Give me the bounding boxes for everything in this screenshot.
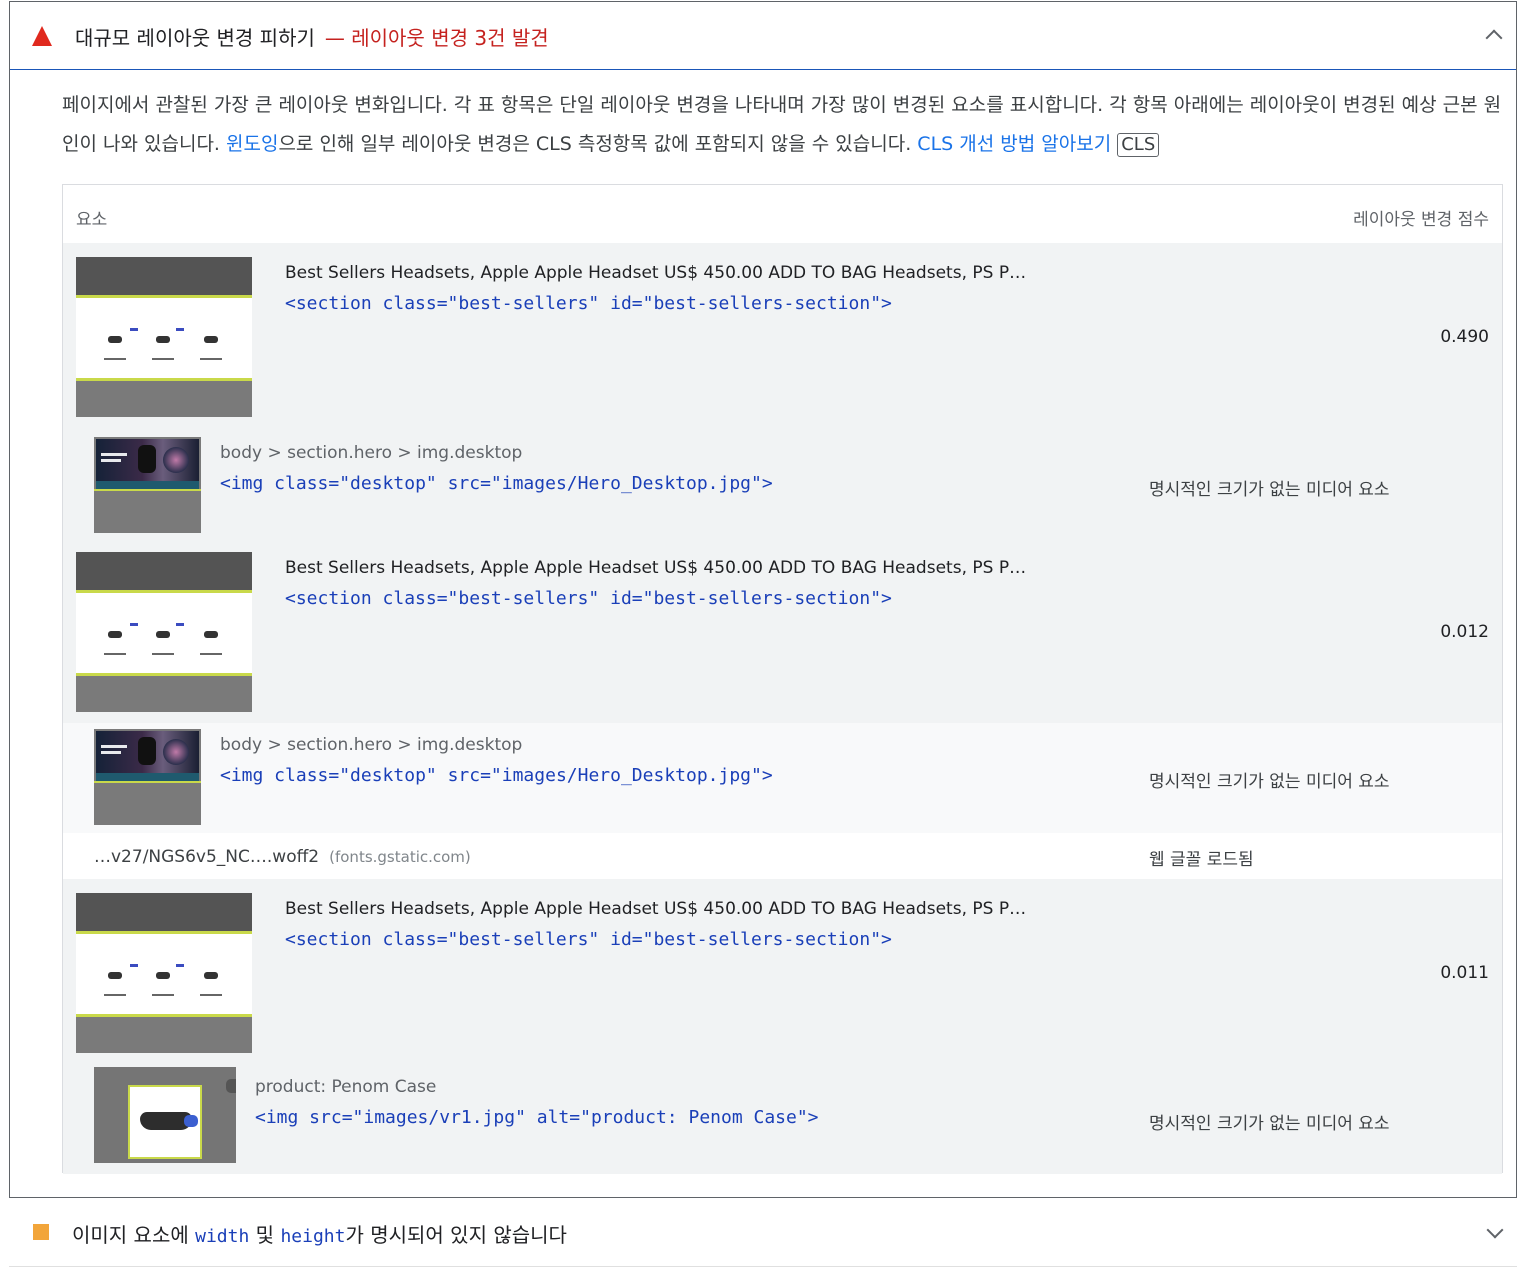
font-url-path: …v27/NGS6v5_NC….woff2 [94,847,320,867]
table-header: 요소 레이아웃 변경 점수 [63,185,1502,243]
cause-reason: 명시적인 크기가 없는 미디어 요소 [1149,772,1390,792]
title-suffix: 가 명시되어 있지 않습니다 [345,1223,567,1247]
element-screenshot-thumbnail [76,257,252,417]
second-audit-title: 이미지 요소에 width 및 height가 명시되어 있지 않습니다 [72,1219,567,1248]
element-code[interactable]: <section class="best-sellers" id="best-s… [285,929,892,950]
element-screenshot-thumbnail [76,893,252,1053]
column-header-score: 레이아웃 변경 점수 [1353,210,1489,230]
title-middle: 및 [249,1223,281,1247]
audit-header[interactable]: 대규모 레이아웃 변경 피하기 — 레이아웃 변경 3건 발견 [10,2,1516,70]
title-prefix: 이미지 요소에 [72,1223,196,1247]
description-text-2: 으로 인해 일부 레이아웃 변경은 CLS 측정항목 값에 포함되지 않을 수 … [278,133,918,155]
element-code[interactable]: <section class="best-sellers" id="best-s… [285,293,892,314]
audit-description: 페이지에서 관찰된 가장 큰 레이아웃 변화입니다. 각 표 항목은 단일 레이… [62,86,1502,164]
font-url-host: (fonts.gstatic.com) [329,848,471,866]
windowing-link[interactable]: 윈도잉 [226,133,278,155]
cause-code[interactable]: <img class="desktop" src="images/Hero_De… [220,765,773,786]
shift-score: 0.012 [1440,622,1489,642]
cause-label: body > section.hero > img.desktop [220,443,523,463]
audit-found-count: 레이아웃 변경 3건 발견 [351,26,549,50]
cause-image-thumbnail [94,437,201,533]
element-label: Best Sellers Headsets, Apple Apple Heads… [285,263,1027,283]
cause-label: product: Penom Case [255,1077,437,1097]
audit-title-text: 대규모 레이아웃 변경 피하기 [75,26,315,50]
column-header-element: 요소 [76,210,108,230]
layout-shift-table: 요소 레이아웃 변경 점수 Best Sellers Headsets, App… [62,184,1503,1174]
element-screenshot-thumbnail [76,552,252,712]
font-reason: 웹 글꼴 로드됨 [1149,850,1254,870]
cause-image-thumbnail [94,1067,236,1163]
warning-square-icon [33,1224,49,1240]
element-label: Best Sellers Headsets, Apple Apple Heads… [285,899,1027,919]
cause-reason: 명시적인 크기가 없는 미디어 요소 [1149,1114,1390,1134]
chevron-down-icon[interactable] [1486,1221,1504,1239]
image-size-audit[interactable]: 이미지 요소에 width 및 height가 명시되어 있지 않습니다 [9,1199,1517,1267]
cause-reason: 명시적인 크기가 없는 미디어 요소 [1149,480,1390,500]
shift-score: 0.011 [1440,963,1489,983]
cause-image-thumbnail [94,729,201,825]
table-row: Best Sellers Headsets, Apple Apple Heads… [63,243,1502,538]
fail-triangle-icon [32,26,52,46]
shift-score: 0.490 [1440,327,1489,347]
width-code: width [195,1226,250,1247]
audit-title: 대규모 레이아웃 변경 피하기 — 레이아웃 변경 3건 발견 [75,22,549,51]
table-row: body > section.hero > img.desktop <img c… [63,723,1502,833]
cls-badge: CLS [1117,133,1160,157]
cause-code[interactable]: <img src="images/vr1.jpg" alt="product: … [255,1107,819,1128]
learn-cls-link[interactable]: CLS 개선 방법 알아보기 [917,133,1111,155]
cause-label: body > section.hero > img.desktop [220,735,523,755]
height-code: height [280,1226,346,1247]
element-code[interactable]: <section class="best-sellers" id="best-s… [285,588,892,609]
table-row: Best Sellers Headsets, Apple Apple Heads… [63,538,1502,723]
layout-shift-audit: 대규모 레이아웃 변경 피하기 — 레이아웃 변경 3건 발견 페이지에서 관찰된… [9,1,1517,1198]
cause-code[interactable]: <img class="desktop" src="images/Hero_De… [220,473,773,494]
table-row: …v27/NGS6v5_NC….woff2 (fonts.gstatic.com)… [63,833,1502,879]
font-url[interactable]: …v27/NGS6v5_NC….woff2 (fonts.gstatic.com) [94,847,471,867]
chevron-up-icon[interactable] [1485,29,1503,47]
table-row: Best Sellers Headsets, Apple Apple Heads… [63,879,1502,1174]
element-label: Best Sellers Headsets, Apple Apple Heads… [285,558,1027,578]
audit-title-separator: — [324,26,345,50]
